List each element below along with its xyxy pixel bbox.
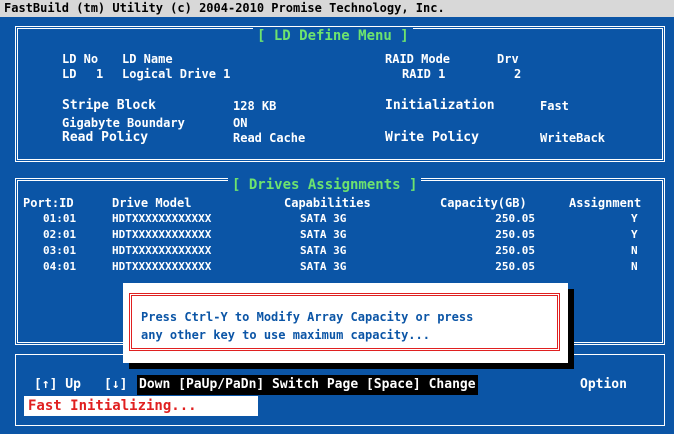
row4-port: 04:01 [43,260,77,273]
row1-model: HDTXXXXXXXXXXXX [112,212,212,225]
ld-prefix: LD [62,67,77,81]
raid-mode-label: RAID Mode [385,52,451,66]
row1-port: 01:01 [43,212,77,225]
gigabyte-boundary-value[interactable]: ON [233,116,247,130]
col-model-header: Drive Model [112,196,192,210]
drv-label: Drv [497,52,519,66]
title-bar: FastBuild (tm) Utility (c) 2004-2010 Pro… [0,0,674,17]
row3-capabilities: SATA 3G [300,244,347,257]
ld-define-title: [ LD Define Menu ] [253,28,413,44]
status-message: Fast Initializing... [24,396,258,416]
help-option: Option [580,377,627,392]
read-policy-label: Read Policy [62,130,149,145]
row2-model: HDTXXXXXXXXXXXX [112,228,212,241]
capacity-dialog[interactable]: Press Ctrl-Y to Modify Array Capacity or… [123,283,568,363]
read-policy-value[interactable]: Read Cache [233,131,305,145]
initialization-value[interactable]: Fast [540,99,569,113]
help-up: [↑] Up [34,377,81,392]
row3-assignment[interactable]: N [631,244,638,257]
help-keys-bar: Down [PaUp/PaDn] Switch Page [Space] Cha… [137,375,478,395]
ld-no-label: LD No [62,52,99,66]
col-capabilities-header: Capabilities [284,196,371,210]
row3-model: HDTXXXXXXXXXXXX [112,244,212,257]
row1-capabilities: SATA 3G [300,212,347,225]
row2-assignment[interactable]: Y [631,228,638,241]
raid-mode-value[interactable]: RAID 1 [402,67,445,81]
drives-assignments-title: [ Drives Assignments ] [228,177,422,193]
row3-port: 03:01 [43,244,77,257]
col-capacity-header: Capacity(GB) [440,196,527,210]
help-down-key: [↓] [104,377,128,392]
row2-capacity: 250.05 [495,228,535,241]
row3-capacity: 250.05 [495,244,535,257]
col-port-header: Port:ID [23,196,74,210]
col-assignment-header: Assignment [569,196,642,210]
row2-port: 02:01 [43,228,77,241]
row2-capabilities: SATA 3G [300,228,347,241]
row4-assignment[interactable]: N [631,260,638,273]
capacity-dialog-line2: any other key to use maximum capacity... [141,328,430,342]
row4-model: HDTXXXXXXXXXXXX [112,260,212,273]
ld-number: 1 [96,67,104,81]
row1-capacity: 250.05 [495,212,535,225]
initialization-label: Initialization [385,98,495,113]
stripe-block-label: Stripe Block [62,98,156,113]
stripe-block-value[interactable]: 128 KB [233,99,276,113]
gigabyte-boundary-label: Gigabyte Boundary [62,116,185,130]
write-policy-value[interactable]: WriteBack [540,131,605,145]
write-policy-label: Write Policy [385,130,479,145]
row1-assignment[interactable]: Y [631,212,638,225]
row4-capacity: 250.05 [495,260,535,273]
ld-name-value[interactable]: Logical Drive 1 [122,67,230,81]
row4-capabilities: SATA 3G [300,260,347,273]
drv-value: 2 [514,67,522,81]
ld-name-label: LD Name [122,52,173,66]
capacity-dialog-line1: Press Ctrl-Y to Modify Array Capacity or… [141,310,474,324]
